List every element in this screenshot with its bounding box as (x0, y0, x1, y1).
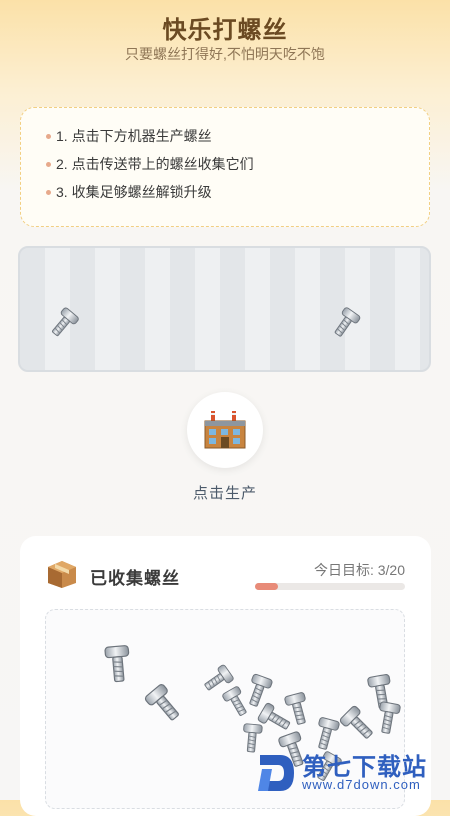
conveyor-belt (18, 246, 431, 372)
page-title: 快乐打螺丝 (162, 17, 288, 44)
instruction-item: 1. 点击下方机器生产螺丝 (46, 122, 429, 150)
goal-progress-fill (255, 583, 278, 590)
produce-label: 点击生产 (192, 485, 257, 502)
daily-goal-text: 今日目标: 3/20 (313, 562, 405, 578)
instruction-item: 3. 收集足够螺丝解锁升级 (46, 178, 429, 206)
page-subtitle: 只要螺丝打得好,不怕明天吃不饱 (125, 46, 325, 62)
bullet-icon (46, 190, 51, 195)
header: 快乐打螺丝 只要螺丝打得好,不怕明天吃不饱 (0, 0, 450, 70)
watermark-url: www.d7down.com (302, 777, 421, 792)
collected-screw-icon (373, 698, 403, 740)
goal-progress-bar (255, 583, 405, 590)
instructions-card: 1. 点击下方机器生产螺丝 2. 点击传送带上的螺丝收集它们 3. 收集足够螺丝… (20, 107, 430, 227)
d7down-logo-icon (258, 755, 294, 791)
collected-screw-icon (139, 678, 190, 731)
bullet-icon (46, 134, 51, 139)
belt-screw-icon[interactable] (327, 305, 363, 344)
belt-screw-icon[interactable] (44, 305, 81, 344)
collected-screw-icon (102, 641, 134, 689)
package-icon (48, 561, 76, 588)
produce-button[interactable] (187, 392, 263, 468)
watermark: 第七下载站 www.d7down.com (256, 745, 450, 800)
bullet-icon (46, 162, 51, 167)
collected-title: 已收集螺丝 (90, 569, 180, 588)
instruction-item: 2. 点击传送带上的螺丝收集它们 (46, 150, 429, 178)
factory-icon (204, 411, 246, 449)
